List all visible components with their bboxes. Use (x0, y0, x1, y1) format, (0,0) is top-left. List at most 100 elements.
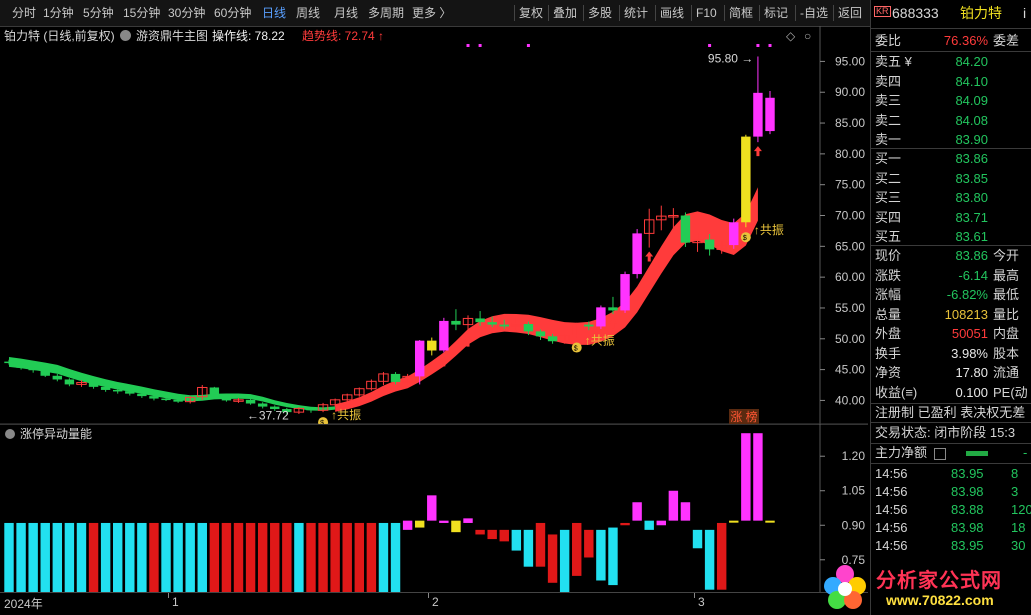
buy-row-4-value: 83.61 (955, 229, 988, 244)
period-tab-8[interactable]: 月线 (334, 0, 358, 26)
period-tab-0[interactable]: 分时 (12, 0, 36, 26)
energy-bar (668, 490, 679, 521)
energy-bar (125, 522, 135, 592)
toolbar-button-0[interactable]: 复权 (519, 0, 543, 26)
energy-bar (390, 522, 401, 592)
x-tick (428, 593, 429, 598)
period-tab-10[interactable]: 更多 〉 (412, 0, 451, 26)
toolbar-button-2[interactable]: 多股 (588, 0, 612, 26)
tick-volume: 18 (1011, 520, 1026, 535)
info-icon[interactable]: i (1023, 4, 1026, 24)
trend-line-value: 趋势线: 72.74 (302, 29, 375, 43)
toolbar-button-3[interactable]: 统计 (624, 0, 648, 26)
stat-row-4-tail: 内盘 (993, 326, 1020, 341)
period-tab-3[interactable]: 15分钟 (123, 0, 160, 26)
candle-body (765, 97, 775, 132)
candle-body (680, 215, 691, 243)
buy-row-2-value: 83.80 (955, 190, 988, 205)
tick-volume: 3 (1011, 484, 1019, 499)
tick-price: 83.95 (951, 538, 984, 553)
stat-row-5: 换手 3.98% 股本 (871, 344, 1031, 364)
reg-tags[interactable]: 注册制 已盈利 表决权无差 (871, 403, 1031, 423)
y-tick-label: 55.00 (835, 301, 865, 315)
volume-energy-chart[interactable]: 1.201.050.900.75 (0, 424, 868, 592)
tick-volume: 120 (1011, 502, 1031, 517)
circle-icon[interactable]: ○ (804, 27, 811, 45)
period-tab-4[interactable]: 30分钟 (168, 0, 205, 26)
tick-time: 14:56 (875, 520, 908, 535)
sub-y-tick-label: 0.90 (842, 518, 866, 532)
indicator-dropdown-icon[interactable] (120, 30, 131, 41)
candle-body (64, 379, 75, 385)
candle-body (584, 324, 594, 327)
toolbar-button-5[interactable]: F10 (696, 0, 717, 26)
energy-bar (40, 522, 50, 592)
candle-body (28, 367, 38, 371)
stat-row-7-tail: PE(动 (993, 384, 1028, 400)
buy-row-1-value: 83.85 (955, 170, 988, 186)
toolbar-button-1[interactable]: 叠加 (553, 0, 577, 26)
stat-row-3-value: 108213 (944, 306, 988, 322)
sell-row-3: 卖二 84.08 (871, 111, 1031, 131)
toolbar-separator (795, 5, 796, 21)
toolbar-button-4[interactable]: 画线 (660, 0, 684, 26)
buy-arrow-icon (753, 146, 762, 157)
sub-chart-title: 涨停异动量能 (20, 427, 93, 441)
energy-bar (354, 522, 365, 592)
energy-bar (257, 522, 268, 592)
stat-row-6-tail: 流通 (993, 365, 1020, 380)
sell-row-3-label: 卖二 (875, 112, 902, 128)
energy-bar (342, 522, 352, 592)
period-tab-1[interactable]: 1分钟 (43, 0, 74, 26)
energy-bar (644, 520, 654, 530)
toolbar-separator (759, 5, 760, 21)
energy-bar (596, 529, 606, 581)
energy-bar (451, 520, 461, 533)
period-tab-2[interactable]: 5分钟 (83, 0, 114, 26)
y-tick-label: 80.00 (835, 147, 865, 161)
tick-time: 14:56 (875, 538, 908, 553)
toolbar-button-7[interactable]: 标记 (764, 0, 788, 26)
energy-bar (330, 522, 340, 592)
sell-row-0: 卖五 ¥ 84.20 (871, 52, 1031, 72)
sell-row-1: 卖四 84.10 (871, 72, 1031, 92)
period-tab-5[interactable]: 60分钟 (214, 0, 251, 26)
candle-body (414, 340, 425, 377)
toolbar-button-8[interactable]: -自选 (800, 0, 828, 26)
net-flow-row[interactable]: 主力净额 - (871, 443, 1031, 463)
buy-row-3-value: 83.71 (955, 209, 988, 225)
trade-status-text: 交易状态: 闭市阶段 15:3 (875, 425, 1016, 440)
tick-row: 14:56 83.88 120 (871, 501, 1031, 519)
stock-title-row[interactable]: KR 688333 铂力特 i (871, 4, 1031, 26)
y-tick-label: 95.00 (835, 54, 865, 68)
period-tab-9[interactable]: 多周期 (368, 0, 404, 26)
stat-row-7-label: 收益(≡) (875, 384, 918, 400)
candle-body (125, 391, 135, 394)
energy-bar (209, 522, 220, 592)
buy-row-1-label: 买二 (875, 170, 902, 186)
energy-bar (535, 522, 546, 567)
candle-body (547, 336, 558, 342)
toolbar-button-6[interactable]: 简框 (729, 0, 753, 26)
energy-bar (475, 529, 485, 535)
candlestick-chart[interactable]: 95.00 90.00 85.00 80.00 75.00 70.00 65.00 60.00… (0, 26, 868, 424)
stat-row-4: 外盘 50051 内盘 (871, 324, 1031, 344)
x-axis: 2024年 1 2 3 (0, 592, 868, 613)
candle-body (221, 394, 232, 401)
indicator-name[interactable]: 游资鼎牛主图 (136, 27, 208, 45)
candle-body (439, 320, 449, 351)
toolbar-button-9[interactable]: 返回 (838, 0, 862, 26)
watermark-text: 分析家公式网 (876, 570, 1002, 592)
period-tab-6[interactable]: 日线 (262, 0, 286, 26)
sub-indicator-icon[interactable] (5, 429, 15, 439)
list-icon[interactable] (934, 448, 946, 460)
period-tab-7[interactable]: 周线 (296, 0, 320, 26)
stock-code: 688333 (892, 5, 939, 21)
stat-row-4-label: 外盘 (875, 326, 902, 341)
diamond-icon[interactable]: ◇ (786, 27, 795, 45)
x-tick (168, 593, 169, 598)
energy-bar (632, 502, 642, 521)
tick-time: 14:56 (875, 502, 908, 517)
energy-bar (704, 529, 715, 590)
energy-bar (76, 522, 87, 592)
